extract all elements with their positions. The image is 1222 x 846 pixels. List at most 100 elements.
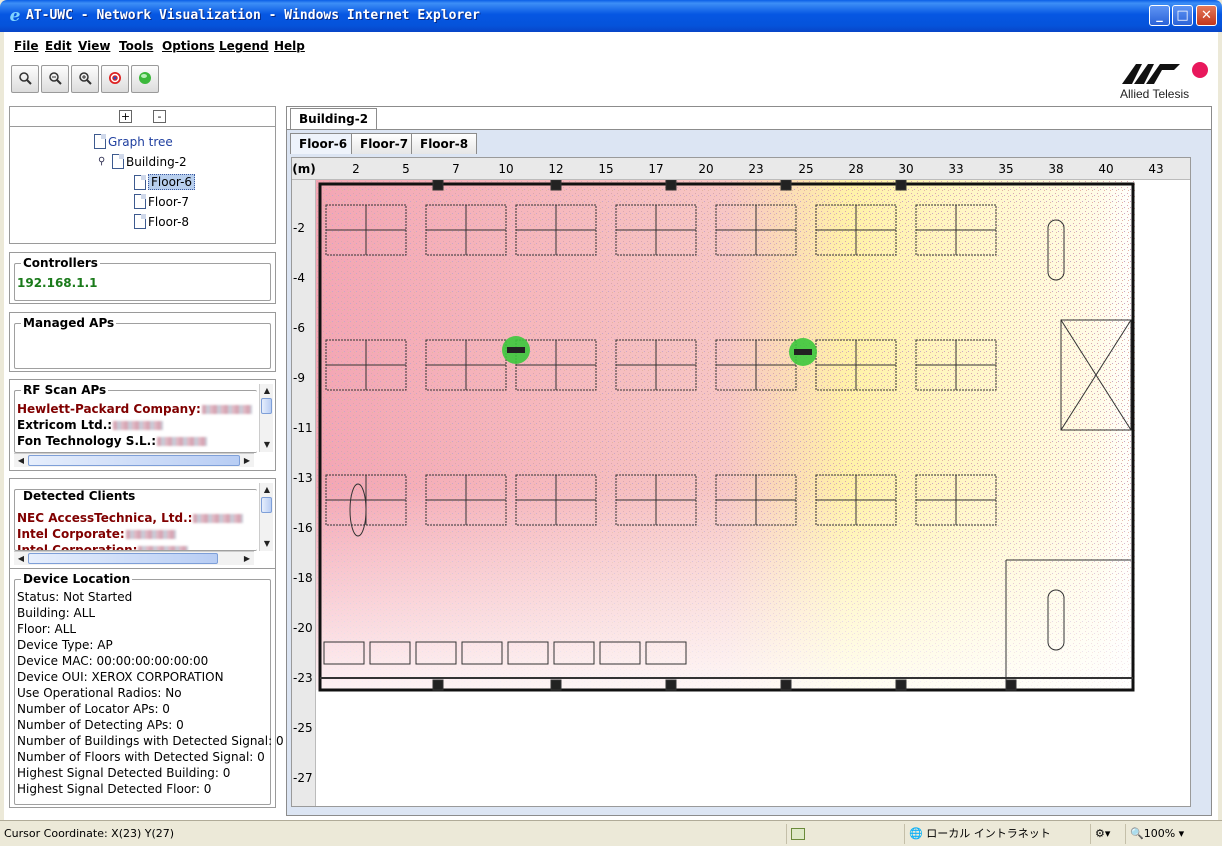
structural-column (432, 679, 444, 691)
maximize-button[interactable]: □ (1172, 5, 1193, 26)
detected-clients-title: Detected Clients (21, 489, 138, 503)
floor-plan[interactable] (316, 180, 1191, 807)
status-green-icon (139, 72, 151, 84)
tree-node-floor-7[interactable]: Floor-7 (134, 194, 189, 209)
y-tick-label: -20 (293, 621, 313, 635)
zoom-out-icon (49, 72, 62, 85)
scroll-right-icon[interactable]: ▶ (240, 552, 254, 566)
scroll-thumb[interactable] (261, 497, 272, 513)
tree-node-building[interactable]: ⚲ Building-2 (98, 154, 187, 169)
status-button[interactable] (131, 65, 159, 93)
device-location-line: Device Type: AP (17, 638, 113, 652)
managed-aps-panel: Managed APs (9, 312, 276, 372)
x-tick-label: 38 (1048, 162, 1064, 176)
detected-clients-panel: Detected Clients NEC AccessTechnica, Ltd… (9, 478, 276, 570)
device-location-line: Device OUI: XEROX CORPORATION (17, 670, 224, 684)
tree-node-root[interactable]: Graph tree (94, 134, 173, 149)
detected-client-item[interactable]: NEC AccessTechnica, Ltd.: (17, 511, 244, 525)
detected-client-item[interactable]: Intel Corporation: (17, 543, 189, 550)
structural-column (665, 180, 677, 191)
y-tick-label: -23 (293, 671, 313, 685)
detected-client-item[interactable]: Intel Corporate: (17, 527, 176, 541)
protected-mode-button[interactable]: ⚙▾ (1090, 824, 1122, 844)
structural-column (895, 180, 907, 191)
detected-clients-group: Detected Clients NEC AccessTechnica, Ltd… (14, 489, 257, 551)
rf-scan-horizontal-scrollbar[interactable]: ◀ ▶ (14, 453, 254, 467)
refresh-button[interactable] (101, 65, 129, 93)
tab-floor-6[interactable]: Floor-6 (290, 133, 357, 154)
zoom-reset-icon (19, 72, 32, 85)
device-location-group: Device Location Status: Not Started Build… (14, 572, 284, 805)
window-title: AT-UWC - Network Visualization - Windows… (26, 8, 480, 23)
scroll-down-icon[interactable]: ▼ (260, 537, 274, 551)
tree-node-label: Building-2 (126, 154, 187, 169)
tab-building-2[interactable]: Building-2 (290, 108, 378, 129)
tree-node-floor-6[interactable]: Floor-6 (134, 174, 196, 190)
rf-scan-ap-item[interactable]: Extricom Ltd.: (17, 418, 164, 432)
menu-file[interactable]: File (14, 39, 39, 53)
menu-tools[interactable]: Tools (119, 39, 153, 53)
window-title-bar[interactable]: e AT-UWC - Network Visualization - Windo… (0, 0, 1222, 32)
scroll-thumb[interactable] (261, 398, 272, 414)
zoom-in-button[interactable] (71, 65, 99, 93)
scroll-up-icon[interactable]: ▲ (260, 483, 274, 497)
controllers-group: Controllers 192.168.1.1 (14, 256, 271, 301)
clients-vertical-scrollbar[interactable]: ▲ ▼ (259, 483, 273, 551)
structural-column (780, 180, 792, 191)
x-tick-label: 33 (948, 162, 964, 176)
controllers-panel: Controllers 192.168.1.1 (9, 252, 276, 304)
scroll-thumb[interactable] (28, 455, 240, 466)
zoom-level-button[interactable]: 🔍100% ▾ (1125, 824, 1215, 844)
redacted-mac (125, 530, 176, 539)
tree-node-label: Floor-7 (148, 194, 190, 209)
rf-scan-vertical-scrollbar[interactable]: ▲ ▼ (259, 384, 273, 452)
structural-column (432, 180, 444, 191)
menu-edit[interactable]: Edit (45, 39, 72, 53)
access-point-marker[interactable] (789, 338, 817, 366)
y-tick-label: -4 (293, 271, 305, 285)
floor-map-viewport[interactable]: (m) 2 5 7 10 12 15 17 20 23 25 28 30 33 35 38 40 43 -2 -4… (291, 157, 1191, 807)
zoom-reset-button[interactable] (11, 65, 39, 93)
status-bar: Cursor Coordinate: X(23) Y(27) 🌐 ローカル イン… (0, 820, 1222, 846)
access-point-marker[interactable] (502, 336, 530, 364)
x-tick-label: 30 (898, 162, 914, 176)
zoom-out-button[interactable] (41, 65, 69, 93)
tree-expand-button[interactable]: + (119, 110, 132, 123)
redacted-mac (201, 405, 252, 414)
minimize-button[interactable]: _ (1149, 5, 1170, 26)
x-tick-label: 5 (402, 162, 410, 176)
clients-horizontal-scrollbar[interactable]: ◀ ▶ (14, 551, 254, 565)
internet-explorer-icon: e (9, 6, 21, 26)
y-ruler: -2 -4 -6 -9 -11 -13 -16 -18 -20 -23 -25 -27 (292, 180, 316, 806)
device-location-line: Status: Not Started (17, 590, 133, 604)
structural-column (665, 679, 677, 691)
scroll-down-icon[interactable]: ▼ (260, 438, 274, 452)
managed-aps-group: Managed APs (14, 316, 271, 369)
tree-collapse-button[interactable]: - (153, 110, 166, 123)
structural-column (550, 679, 562, 691)
scroll-left-icon[interactable]: ◀ (14, 552, 28, 566)
menu-bar: File Edit View Tools Options Legend Help (4, 32, 1218, 60)
menu-help[interactable]: Help (274, 39, 305, 53)
menu-view[interactable]: View (78, 39, 110, 53)
tab-floor-7[interactable]: Floor-7 (351, 133, 418, 154)
rf-scan-ap-item[interactable]: Hewlett-Packard Company: (17, 402, 252, 416)
x-tick-label: 28 (848, 162, 864, 176)
menu-options[interactable]: Options (162, 39, 215, 53)
x-tick-label: 12 (548, 162, 564, 176)
scroll-left-icon[interactable]: ◀ (14, 454, 28, 468)
close-button[interactable]: ✕ (1196, 5, 1217, 26)
rf-scan-ap-item[interactable]: Fon Technology S.L.: (17, 434, 208, 448)
redacted-mac (113, 421, 164, 430)
scroll-right-icon[interactable]: ▶ (240, 454, 254, 468)
scroll-thumb[interactable] (28, 553, 218, 564)
controller-item[interactable]: 192.168.1.1 (17, 276, 97, 290)
device-location-panel: Device Location Status: Not Started Build… (9, 568, 284, 808)
tab-floor-8[interactable]: Floor-8 (411, 133, 478, 154)
tree-toggle-icon[interactable]: ⚲ (98, 156, 110, 167)
scroll-up-icon[interactable]: ▲ (260, 384, 274, 398)
tree-node-floor-8[interactable]: Floor-8 (134, 214, 189, 229)
app-window: File Edit View Tools Options Legend Help (4, 32, 1218, 820)
y-tick-label: -2 (293, 221, 305, 235)
menu-legend[interactable]: Legend (219, 39, 269, 53)
